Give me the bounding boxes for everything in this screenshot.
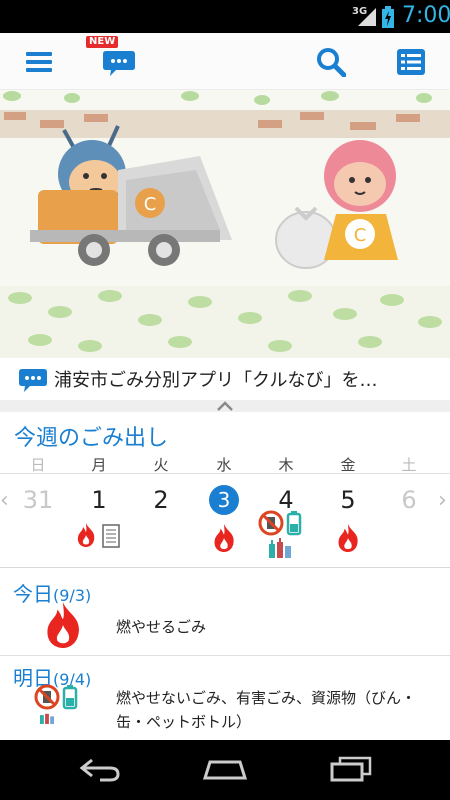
day-icons: [210, 522, 238, 554]
day-cell[interactable]: 5: [328, 486, 368, 514]
weekday-label: 日: [30, 456, 46, 474]
weekday-header: 日 月 火 水 木 金 土: [0, 452, 450, 474]
chat-bubble-icon: [19, 369, 47, 392]
recent-apps-icon[interactable]: [330, 756, 372, 782]
section-title: 今週のごみ出し: [14, 426, 169, 451]
svg-text:C: C: [354, 225, 367, 246]
weekday-label: 土: [401, 456, 417, 474]
weekday-label: 月: [91, 456, 107, 474]
day-icons: [74, 522, 120, 548]
battery-icon: [286, 511, 302, 536]
menu-button[interactable]: [14, 33, 64, 90]
day-cell[interactable]: 1: [79, 486, 119, 514]
weekday-label: 木: [278, 456, 294, 474]
battery-charging-icon: [382, 6, 394, 28]
bottles-icon: [269, 538, 291, 558]
paper-icon: [102, 524, 120, 548]
news-item[interactable]: 浦安市ごみ分別アプリ「クルなび」を…: [0, 358, 450, 400]
list-icon: [397, 48, 425, 75]
day-cell[interactable]: 2: [141, 486, 181, 514]
flame-icon: [214, 524, 234, 552]
flame-icon: [338, 524, 358, 552]
next-week-arrow[interactable]: ›: [438, 488, 447, 513]
list-button[interactable]: [386, 33, 436, 90]
garbage-truck-illustration: C C: [0, 91, 450, 358]
tomorrow-garbage-type: 燃やせないごみ、有害ごみ、資源物（びん・缶・ペットボトル）: [116, 689, 417, 731]
day-icons: [334, 522, 362, 554]
day-cell[interactable]: 31: [18, 486, 58, 514]
chevron-up-icon: [217, 401, 233, 411]
clock: 7:00: [402, 3, 450, 28]
today-row[interactable]: 今日(9/3) 燃やせるごみ: [0, 572, 450, 656]
tomorrow-row[interactable]: 明日(9/4) 燃やせないごみ、有害ごみ、資源物（びん・缶・ペットボトル）: [0, 656, 450, 740]
flame-icon: [77, 523, 95, 547]
bottles-icon: [40, 713, 54, 724]
status-bar: 3G 7:00: [0, 0, 450, 33]
home-icon[interactable]: [202, 756, 248, 782]
search-button[interactable]: [306, 33, 356, 90]
hamburger-icon: [26, 51, 52, 72]
search-icon: [317, 47, 346, 77]
day-cell[interactable]: 6: [389, 486, 429, 514]
nonburnable-icon: [34, 684, 60, 710]
weekday-label: 水: [216, 456, 232, 474]
battery-icon: [62, 685, 78, 710]
signal-icon: [358, 8, 376, 26]
banner-illustration[interactable]: C C: [0, 90, 450, 358]
weekday-label: 火: [153, 456, 169, 474]
news-text: 浦安市ごみ分別アプリ「クルなび」を…: [54, 370, 378, 391]
nonburnable-icon: [258, 510, 284, 536]
system-nav-bar: [0, 740, 450, 800]
back-icon[interactable]: [78, 756, 122, 782]
tomorrow-icons: [34, 684, 78, 724]
svg-text:C: C: [144, 194, 157, 215]
today-garbage-type: 燃やせるごみ: [116, 618, 207, 636]
new-badge: NEW: [86, 36, 119, 48]
weekday-label: 金: [340, 456, 356, 474]
collapse-handle[interactable]: [0, 400, 450, 412]
day-icons: [258, 510, 302, 558]
day-cell-today[interactable]: 3: [209, 485, 239, 515]
week-calendar: ‹ 31 1 2 3 4 5 6 ›: [0, 476, 450, 568]
prev-week-arrow[interactable]: ‹: [0, 488, 9, 513]
chat-bubble-icon: [103, 50, 135, 76]
app-bar: NEW: [0, 33, 450, 90]
flame-icon: [47, 602, 79, 648]
